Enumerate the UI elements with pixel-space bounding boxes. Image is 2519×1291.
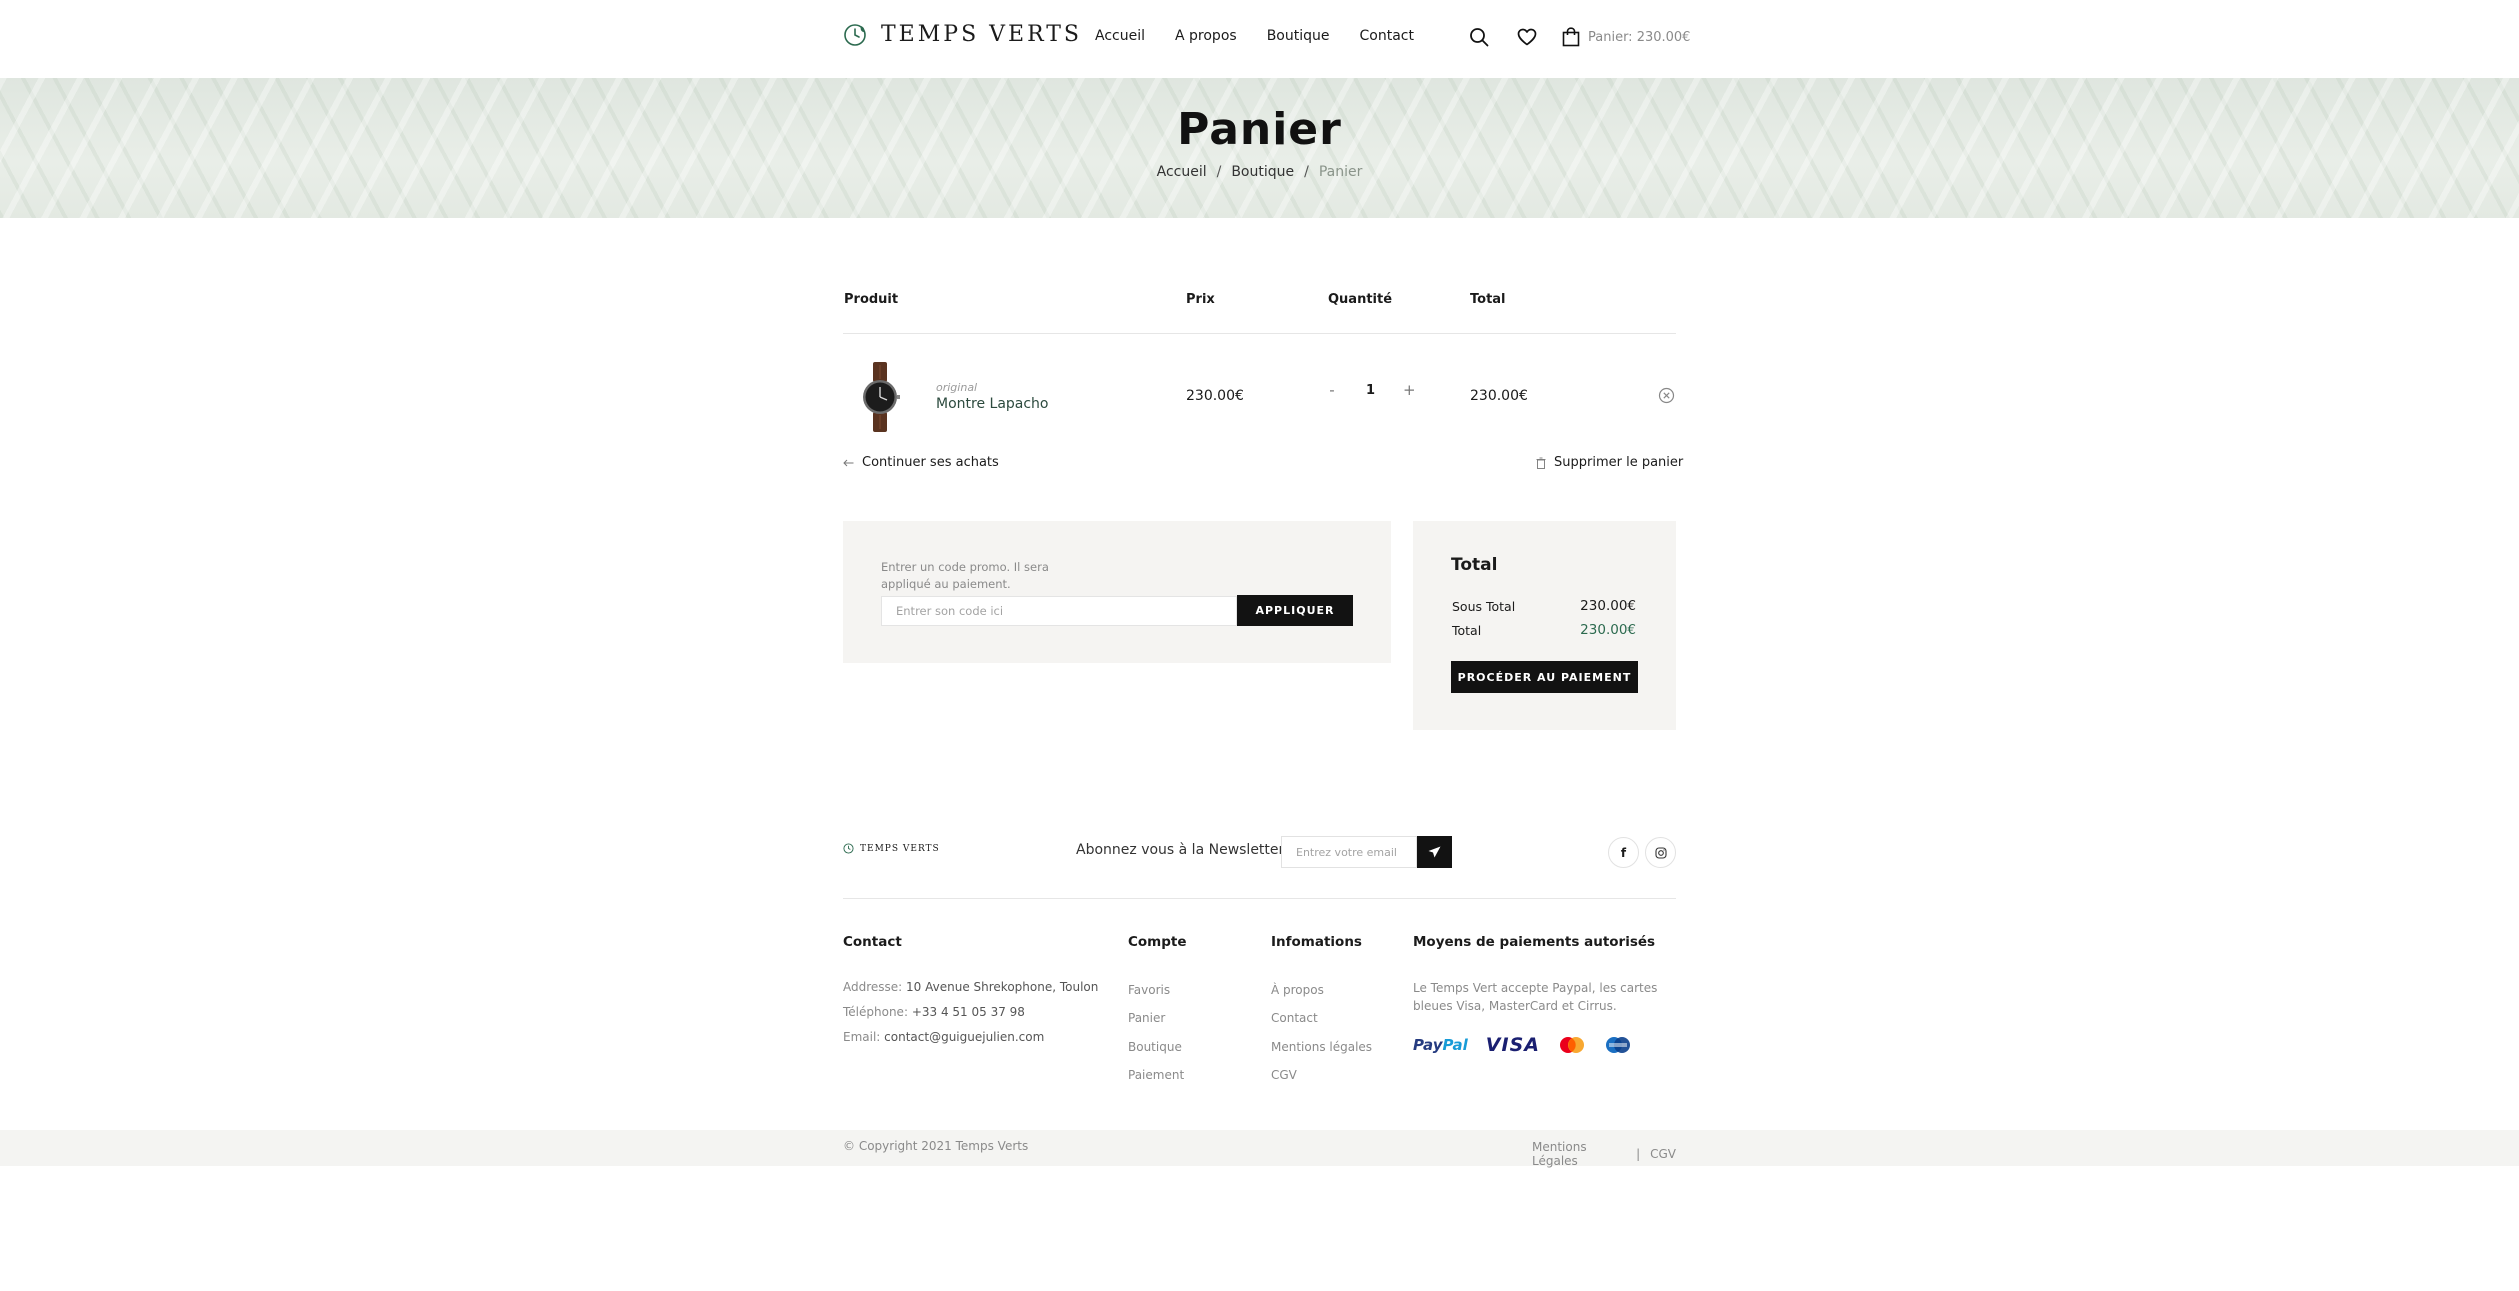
product-name[interactable]: Montre Lapacho [936,396,1049,412]
column-header-price: Prix [1186,292,1215,307]
footer-payments-title: Moyens de paiements autorisés [1413,934,1656,950]
payment-methods: PayPal VISA [1413,1034,1632,1056]
address-label: Addresse: [843,980,903,994]
paypal-logo: PayPal [1413,1036,1468,1054]
footer-address: Addresse: 10 Avenue Shrekophone, Toulon [843,980,1098,994]
breadcrumb-current: Panier [1318,164,1363,180]
product-line-total: 230.00€ [1470,388,1528,404]
quantity-decrease-button[interactable]: - [1326,381,1338,399]
newsletter-label: Abonnez vous à la Newsletter: [1076,842,1289,858]
nav-item-a-propos[interactable]: A propos [1175,28,1237,44]
facebook-icon: f [1620,845,1627,860]
footer-link-panier[interactable]: Panier [1128,1011,1165,1025]
promo-code-help: Entrer un code promo. Il sera appliqué a… [881,560,1049,591]
bottom-link-cgv[interactable]: CGV [1650,1147,1676,1161]
heart-icon[interactable] [1514,24,1540,50]
quantity-value[interactable]: 1 [1366,383,1375,398]
main-nav: Accueil A propos Boutique Contact [1095,28,1414,44]
quantity-stepper: - 1 + [1326,381,1415,399]
footer-bottom-links: Mentions Légales | CGV [1532,1140,1676,1168]
newsletter-submit-button[interactable] [1417,836,1452,868]
footer-link-favoris[interactable]: Favoris [1128,983,1170,997]
breadcrumb: Accueil / Boutique / Panier [0,164,2519,180]
footer-payments-text: Le Temps Vert accepte Paypal, les cartes… [1413,981,1658,1013]
continue-shopping-link[interactable]: Continuer ses achats [843,455,999,470]
breadcrumb-shop[interactable]: Boutique [1231,164,1294,180]
clock-leaf-icon [844,23,866,46]
footer-info-title: Infomations [1271,934,1362,950]
breadcrumb-home[interactable]: Accueil [1157,164,1207,180]
instagram-link[interactable] [1645,837,1676,868]
product-image-watch[interactable] [858,362,902,432]
footer-email: Email: contact@guiguejulien.com [843,1030,1044,1044]
subtotal-value: 230.00€ [1580,598,1636,614]
footer-link-a-propos[interactable]: À propos [1271,983,1324,997]
footer-logo-text: TEMPS VERTS [860,843,940,854]
cirrus-icon [1604,1036,1632,1054]
product-price: 230.00€ [1186,388,1244,404]
email-label: Email: [843,1030,881,1044]
visa-logo: VISA [1485,1034,1540,1056]
page-hero: Panier Accueil / Boutique / Panier [0,78,2519,218]
breadcrumb-separator: / [1304,164,1309,180]
footer-link-paiement[interactable]: Paiement [1128,1068,1184,1082]
totals-title: Total [1451,555,1498,575]
arrow-left-icon [843,459,854,467]
logo-text: TEMPS VERTS [881,22,1082,47]
bottom-links-separator: | [1636,1147,1641,1161]
footer-link-mentions-legales[interactable]: Mentions légales [1271,1040,1372,1054]
continue-shopping-label: Continuer ses achats [862,455,999,470]
paypal-logo-part: Pay [1413,1036,1443,1054]
footer-phone: Téléphone: +33 4 51 05 37 98 [843,1005,1025,1019]
column-header-quantity: Quantité [1328,292,1393,307]
footer-logo[interactable]: TEMPS VERTS [843,843,940,854]
clear-cart-label: Supprimer le panier [1554,455,1684,470]
page-title: Panier [1177,104,1342,155]
breadcrumb-separator: / [1216,164,1222,180]
paper-plane-icon [1428,846,1441,858]
facebook-link[interactable]: f [1608,837,1639,868]
promo-code-input[interactable] [881,596,1237,626]
footer-bottom-bar [0,1130,2519,1166]
site-logo[interactable]: TEMPS VERTS [843,22,1082,47]
remove-item-icon[interactable] [1658,387,1675,404]
address-value: 10 Avenue Shrekophone, Toulon [906,980,1099,994]
footer-divider [843,898,1676,899]
footer-link-boutique[interactable]: Boutique [1128,1040,1182,1054]
email-value[interactable]: contact@guiguejulien.com [884,1030,1044,1044]
instagram-icon [1654,846,1667,859]
column-header-total: Total [1470,292,1506,307]
bottom-link-mentions-legales[interactable]: Mentions Légales [1532,1140,1626,1168]
footer-link-cgv[interactable]: CGV [1271,1068,1297,1082]
checkout-button[interactable]: PROCÉDER AU PAIEMENT [1451,661,1638,693]
mastercard-icon [1558,1036,1586,1054]
search-icon[interactable] [1466,24,1492,50]
trash-icon [1536,457,1546,469]
footer-contact-title: Contact [843,934,902,950]
footer-account-title: Compte [1128,934,1187,950]
quantity-increase-button[interactable]: + [1403,381,1416,399]
newsletter-email-input[interactable] [1281,836,1417,868]
clear-cart-link[interactable]: Supprimer le panier [1536,455,1683,470]
product-category: original [936,381,978,394]
shopping-bag-icon [1562,27,1580,47]
total-label: Total [1452,623,1482,638]
apply-promo-button[interactable]: APPLIQUER [1237,595,1353,626]
table-divider [843,333,1676,334]
phone-value[interactable]: +33 4 51 05 37 98 [912,1005,1025,1019]
nav-item-contact[interactable]: Contact [1359,28,1413,44]
total-value: 230.00€ [1580,622,1636,638]
column-header-product: Produit [844,292,899,307]
footer-link-contact[interactable]: Contact [1271,1011,1318,1025]
nav-item-accueil[interactable]: Accueil [1095,28,1145,44]
cart-summary[interactable]: Panier: 230.00€ [1562,27,1690,47]
header-actions: Panier: 230.00€ [1466,24,1690,50]
clock-leaf-icon [843,843,854,854]
paypal-logo-part: Pal [1442,1036,1468,1054]
cart-total-label: Panier: 230.00€ [1588,29,1691,45]
phone-label: Téléphone: [843,1005,908,1019]
copyright: © Copyright 2021 Temps Verts [843,1139,1029,1153]
nav-item-boutique[interactable]: Boutique [1267,28,1330,44]
